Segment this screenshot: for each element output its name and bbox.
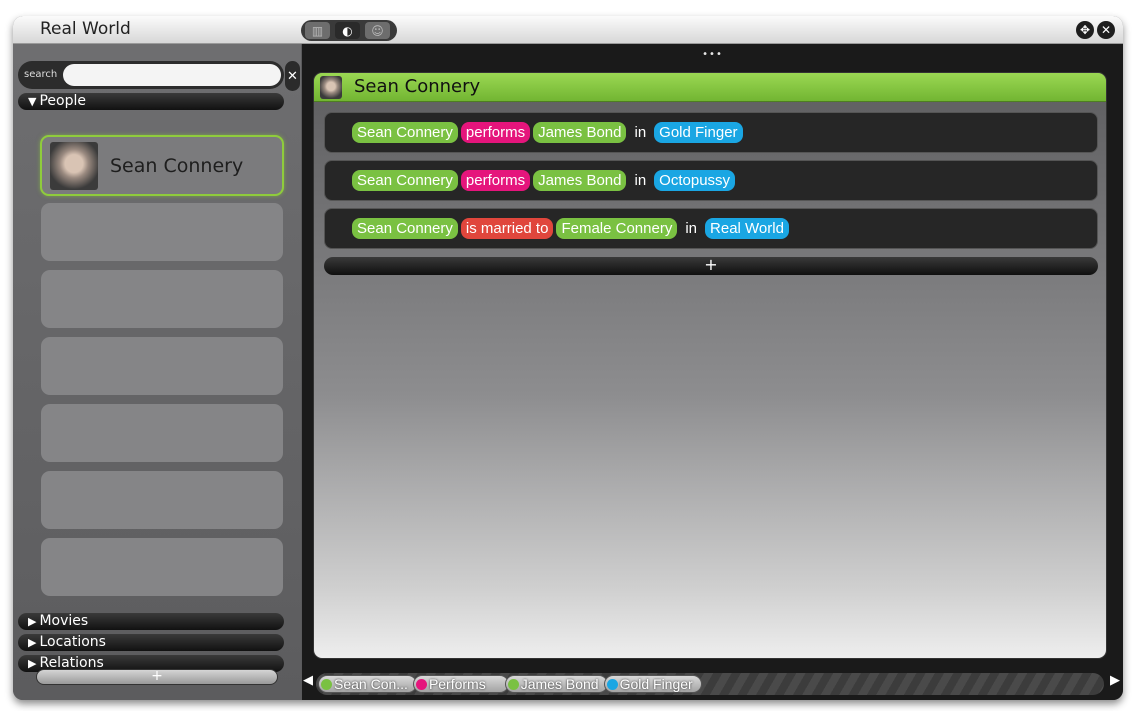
breadcrumb-item[interactable]: Sean Con... — [318, 675, 417, 693]
collapsed-triangle-icon: ▶ — [28, 657, 37, 670]
user-icon[interactable]: ☺ — [365, 22, 390, 39]
empty-slot[interactable] — [41, 203, 283, 261]
object-pill[interactable]: James Bond — [533, 122, 627, 143]
search-box: search — [18, 61, 284, 89]
empty-slot[interactable] — [41, 404, 283, 462]
predicate-pill[interactable]: is married to — [460, 218, 554, 239]
predicate-pill[interactable]: performs — [460, 122, 531, 143]
scroll-right-icon[interactable]: ▶ — [1107, 667, 1123, 695]
drag-handle[interactable]: ••• — [302, 50, 1123, 60]
breadcrumb-item[interactable]: Performs — [412, 675, 509, 693]
dot-icon — [321, 678, 332, 690]
entity-title: Sean Connery — [354, 76, 481, 97]
predicate-pill[interactable]: performs — [460, 170, 531, 191]
relation-row[interactable]: Sean Connery is married to Female Conner… — [324, 208, 1098, 249]
category-movies[interactable]: ▶ Movies — [18, 613, 284, 630]
window-title: Real World — [40, 19, 131, 39]
person-card[interactable]: Sean Connery — [40, 135, 284, 196]
panels-icon[interactable]: ▥ — [305, 22, 330, 39]
close-icon[interactable]: ✕ — [1097, 21, 1115, 39]
expanded-triangle-icon: ▼ — [28, 95, 37, 108]
relation-row[interactable]: Sean Connery performs James Bond in Octo… — [324, 160, 1098, 201]
dot-icon — [415, 678, 427, 690]
subject-pill[interactable]: Sean Connery — [352, 170, 458, 191]
context-pill[interactable]: Octopussy — [654, 170, 736, 191]
breadcrumb-item[interactable]: James Bond — [504, 675, 608, 693]
contrast-icon[interactable]: ◐ — [335, 22, 360, 39]
object-pill[interactable]: James Bond — [533, 170, 627, 191]
empty-slot[interactable] — [41, 337, 283, 395]
avatar — [50, 142, 98, 190]
subject-pill[interactable]: Sean Connery — [352, 218, 458, 239]
relation-row[interactable]: Sean Connery performs James Bond in Gold… — [324, 112, 1098, 153]
subject-pill[interactable]: Sean Connery — [352, 122, 458, 143]
window-controls: ✥ ✕ — [1076, 21, 1115, 39]
dot-icon — [507, 678, 519, 690]
entity-panel: Sean Connery Sean Connery performs James… — [313, 72, 1107, 659]
in-label: in — [634, 172, 647, 189]
context-pill[interactable]: Real World — [705, 218, 789, 239]
sidebar: search ✕ ▼ People Sean Connery ▶ Movies ▶ L… — [13, 44, 301, 700]
collapsed-triangle-icon: ▶ — [28, 636, 37, 649]
title-bar: Real World ▥ ◐ ☺ ✥ ✕ — [13, 16, 1123, 44]
breadcrumb-item[interactable]: Gold Finger — [603, 675, 702, 693]
add-relation-button[interactable]: + — [324, 257, 1098, 275]
person-name: Sean Connery — [110, 155, 244, 177]
app-window: Real World ▥ ◐ ☺ ✥ ✕ search ✕ ▼ People Se… — [13, 16, 1123, 700]
main-panel: ••• Sean Connery Sean Connery performs J… — [302, 44, 1123, 700]
search-input[interactable] — [63, 64, 281, 86]
scroll-left-icon[interactable]: ◀ — [302, 667, 314, 695]
empty-slot[interactable] — [41, 270, 283, 328]
in-label: in — [685, 220, 698, 237]
search-clear-icon[interactable]: ✕ — [285, 61, 300, 91]
dot-icon — [606, 678, 618, 690]
view-toggle: ▥ ◐ ☺ — [301, 20, 397, 41]
add-item-button[interactable]: + — [36, 669, 278, 685]
search-label: search — [24, 69, 58, 80]
context-pill[interactable]: Gold Finger — [654, 122, 743, 143]
collapsed-triangle-icon: ▶ — [28, 615, 37, 628]
breadcrumb: Sean Con... Performs James Bond Gold Fin… — [316, 673, 1104, 695]
empty-slot[interactable] — [41, 538, 283, 596]
object-pill[interactable]: Female Connery — [556, 218, 678, 239]
entity-header: Sean Connery — [314, 73, 1106, 102]
empty-slot[interactable] — [41, 471, 283, 529]
avatar — [320, 76, 342, 99]
move-icon[interactable]: ✥ — [1076, 21, 1094, 39]
category-people[interactable]: ▼ People — [18, 93, 284, 110]
in-label: in — [634, 124, 647, 141]
category-locations[interactable]: ▶ Locations — [18, 634, 284, 651]
